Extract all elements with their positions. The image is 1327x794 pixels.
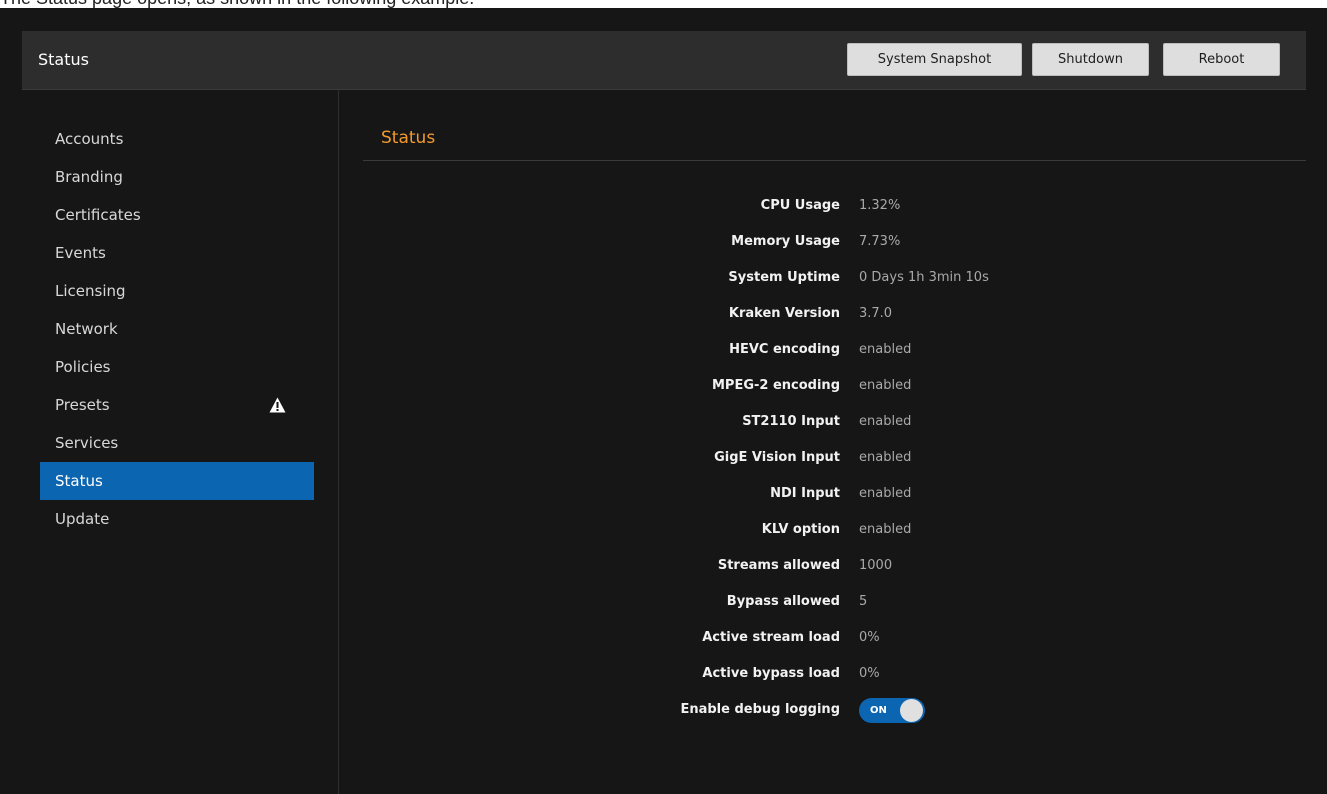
warning-icon [269, 397, 286, 413]
row-value: 7.73% [859, 234, 901, 249]
sidebar-item-accounts[interactable]: Accounts [40, 120, 314, 158]
sidebar-item-status[interactable]: Status [40, 462, 314, 500]
row-label: MPEG-2 encoding [711, 378, 840, 393]
sidebar: Accounts Branding Certificates Events Li… [22, 90, 339, 794]
status-row-system-uptime: System Uptime 0 Days 1h 3min 10s [340, 260, 1306, 296]
sidebar-item-label: Events [55, 244, 106, 262]
sidebar-item-label: Certificates [55, 206, 141, 224]
document-caption: The Status page opens, as shown in the f… [0, 0, 1327, 8]
sidebar-item-branding[interactable]: Branding [40, 158, 314, 196]
debug-logging-toggle[interactable]: ON [859, 698, 925, 723]
sidebar-item-certificates[interactable]: Certificates [40, 196, 314, 234]
row-value: 3.7.0 [859, 306, 893, 321]
sidebar-item-label: Presets [55, 396, 110, 414]
row-label: GigE Vision Input [714, 450, 840, 465]
row-label: Memory Usage [731, 234, 840, 249]
row-value: 0% [859, 666, 880, 681]
toggle-knob [900, 699, 923, 722]
status-row-memory-usage: Memory Usage 7.73% [340, 224, 1306, 260]
main-content: Status CPU Usage 1.32% Memory Usage 7.73… [340, 90, 1306, 794]
sidebar-item-label: Services [55, 434, 119, 452]
shutdown-button[interactable]: Shutdown [1032, 43, 1149, 76]
status-row-ndi-input: NDI Input enabled [340, 476, 1306, 512]
row-label: Enable debug logging [680, 702, 840, 717]
sidebar-item-events[interactable]: Events [40, 234, 314, 272]
row-value: enabled [859, 486, 912, 501]
row-value: 1.32% [859, 198, 901, 213]
status-row-debug-logging: Enable debug logging ON [340, 692, 1306, 728]
status-row-kraken-version: Kraken Version 3.7.0 [340, 296, 1306, 332]
app-window: Status System Snapshot Shutdown Reboot A… [0, 8, 1327, 794]
status-row-cpu-usage: CPU Usage 1.32% [340, 188, 1306, 224]
row-label: System Uptime [728, 270, 840, 285]
status-row-klv-option: KLV option enabled [340, 512, 1306, 548]
row-label: Streams allowed [717, 558, 840, 573]
sidebar-item-update[interactable]: Update [40, 500, 314, 538]
row-label: CPU Usage [760, 198, 840, 213]
status-row-active-stream-load: Active stream load 0% [340, 620, 1306, 656]
sidebar-item-network[interactable]: Network [40, 310, 314, 348]
sidebar-item-label: Network [55, 320, 118, 338]
row-label: Bypass allowed [726, 594, 840, 609]
sidebar-item-label: Accounts [55, 130, 124, 148]
row-value: 1000 [859, 558, 893, 573]
row-value: enabled [859, 378, 912, 393]
row-value: enabled [859, 522, 912, 537]
page-title: Status [38, 50, 89, 69]
toggle-state-label: ON [870, 705, 887, 716]
row-label: Kraken Version [728, 306, 840, 321]
status-row-mpeg2-encoding: MPEG-2 encoding enabled [340, 368, 1306, 404]
sidebar-item-policies[interactable]: Policies [40, 348, 314, 386]
row-label: ST2110 Input [742, 414, 840, 429]
sidebar-item-licensing[interactable]: Licensing [40, 272, 314, 310]
row-value: 5 [859, 594, 868, 609]
row-label: KLV option [761, 522, 840, 537]
top-bar: Status System Snapshot Shutdown Reboot [22, 31, 1306, 90]
sidebar-item-services[interactable]: Services [40, 424, 314, 462]
row-value: enabled [859, 414, 912, 429]
status-row-bypass-allowed: Bypass allowed 5 [340, 584, 1306, 620]
system-snapshot-button[interactable]: System Snapshot [847, 43, 1022, 76]
sidebar-item-label: Policies [55, 358, 111, 376]
row-value: 0 Days 1h 3min 10s [859, 270, 989, 285]
row-label: HEVC encoding [729, 342, 840, 357]
status-row-streams-allowed: Streams allowed 1000 [340, 548, 1306, 584]
sidebar-item-label: Licensing [55, 282, 126, 300]
section-title: Status [381, 128, 436, 148]
sidebar-item-presets[interactable]: Presets [40, 386, 314, 424]
status-row-gige-vision-input: GigE Vision Input enabled [340, 440, 1306, 476]
sidebar-item-label: Update [55, 510, 110, 528]
sidebar-item-label: Branding [55, 168, 123, 186]
sidebar-item-label: Status [55, 472, 103, 490]
row-label: NDI Input [770, 486, 840, 501]
row-label: Active bypass load [702, 666, 840, 681]
row-value: enabled [859, 450, 912, 465]
section-divider [363, 160, 1306, 161]
status-row-hevc-encoding: HEVC encoding enabled [340, 332, 1306, 368]
status-row-st2110-input: ST2110 Input enabled [340, 404, 1306, 440]
row-value: enabled [859, 342, 912, 357]
status-row-active-bypass-load: Active bypass load 0% [340, 656, 1306, 692]
row-label: Active stream load [702, 630, 840, 645]
reboot-button[interactable]: Reboot [1163, 43, 1280, 76]
row-value: 0% [859, 630, 880, 645]
